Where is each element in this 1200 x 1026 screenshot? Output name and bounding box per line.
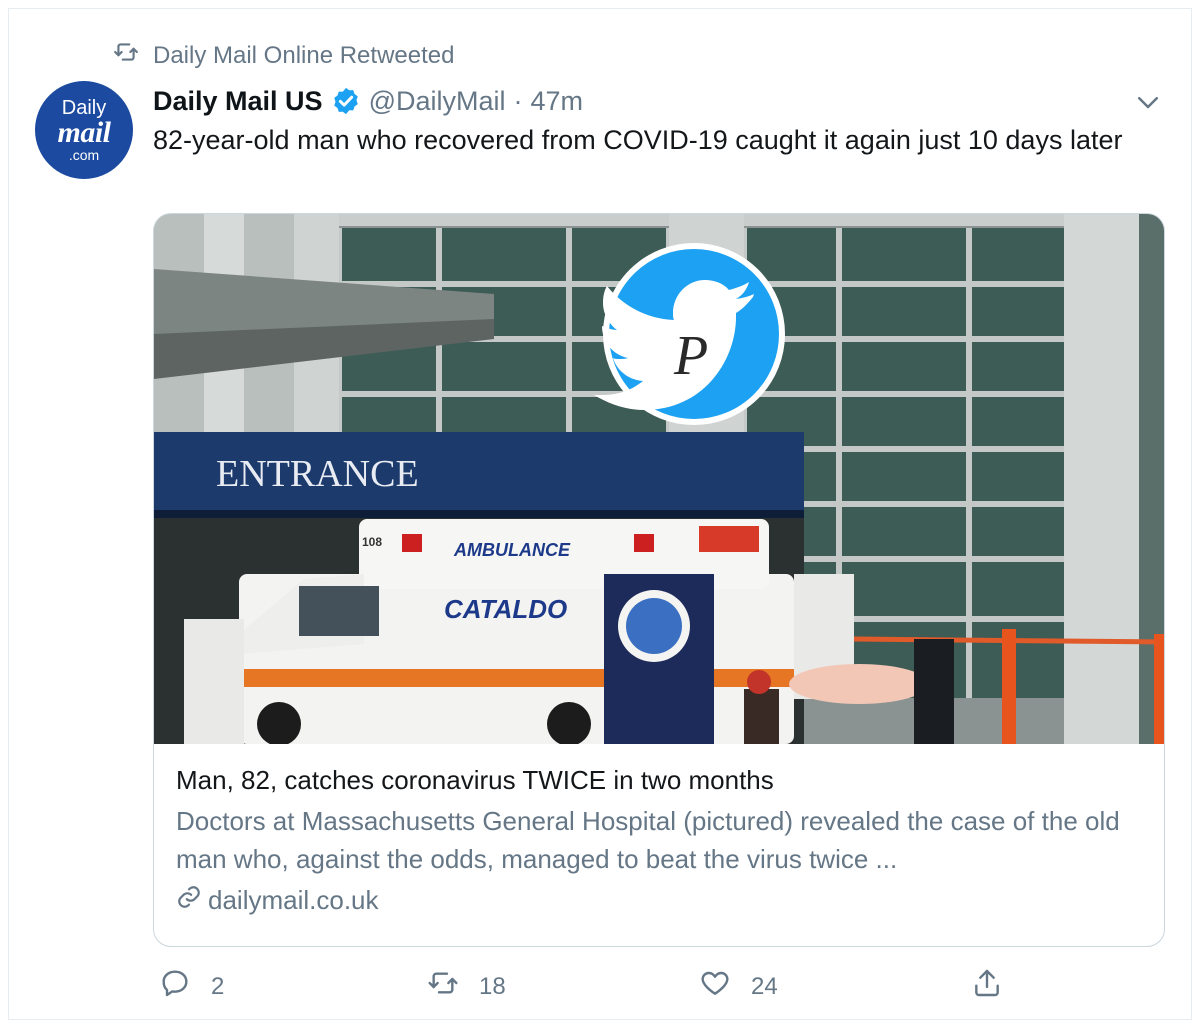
verified-badge-icon: [331, 86, 361, 116]
share-button[interactable]: [971, 967, 1003, 1006]
retweet-context: Daily Mail Online Retweeted: [113, 39, 454, 72]
unit-number: 108: [362, 535, 382, 549]
display-name[interactable]: Daily Mail US: [153, 86, 323, 117]
author-handle[interactable]: @DailyMail: [369, 86, 506, 117]
tweet-header: Daily Mail US @DailyMail · 47m: [153, 81, 583, 121]
entrance-sign: ENTRANCE: [216, 453, 419, 495]
retweet-icon: [113, 39, 139, 72]
timestamp[interactable]: 47m: [531, 86, 584, 117]
card-title: Man, 82, catches coronavirus TWICE in tw…: [176, 765, 774, 795]
retweet-button[interactable]: 18: [427, 967, 506, 1006]
avatar-line-3: .com: [68, 147, 100, 163]
separator-dot: ·: [513, 85, 523, 116]
reply-count: 2: [211, 972, 225, 1000]
avatar[interactable]: Daily mail .com: [35, 81, 133, 179]
heart-icon: [699, 967, 731, 1006]
link-preview-card[interactable]: ENTRANCE AMBULANCE CATALDO 108 P Man, 82…: [153, 213, 1165, 947]
card-domain[interactable]: dailymail.co.uk: [176, 884, 1146, 917]
like-count: 24: [751, 972, 778, 1000]
avatar-line-1: Daily: [61, 97, 107, 119]
chevron-down-icon[interactable]: [1133, 87, 1163, 117]
reply-icon: [159, 967, 191, 1006]
tweet-actions: 2 18 24: [153, 967, 1053, 1007]
avatar-line-2: mail: [57, 116, 111, 149]
link-icon: [176, 884, 202, 917]
retweet-action-icon: [427, 967, 459, 1006]
overlay-letter: P: [673, 325, 708, 387]
retweet-label[interactable]: Daily Mail Online Retweeted: [153, 42, 454, 70]
card-description: Doctors at Massachusetts General Hospita…: [176, 806, 1120, 874]
reply-button[interactable]: 2: [159, 967, 224, 1006]
tweet-card[interactable]: Daily Mail Online Retweeted Daily mail .…: [8, 8, 1192, 1020]
share-icon: [971, 967, 1003, 1006]
card-domain-text: dailymail.co.uk: [208, 885, 379, 915]
article-image[interactable]: ENTRANCE AMBULANCE CATALDO 108 P: [154, 214, 1165, 744]
ambulance-brand: CATALDO: [444, 594, 567, 624]
like-button[interactable]: 24: [699, 967, 778, 1006]
retweet-count: 18: [479, 972, 506, 1000]
tweet-text: 82-year-old man who recovered from COVID…: [153, 125, 1123, 155]
card-body: Man, 82, catches coronavirus TWICE in tw…: [176, 762, 1146, 917]
ambulance-label: AMBULANCE: [453, 540, 571, 560]
